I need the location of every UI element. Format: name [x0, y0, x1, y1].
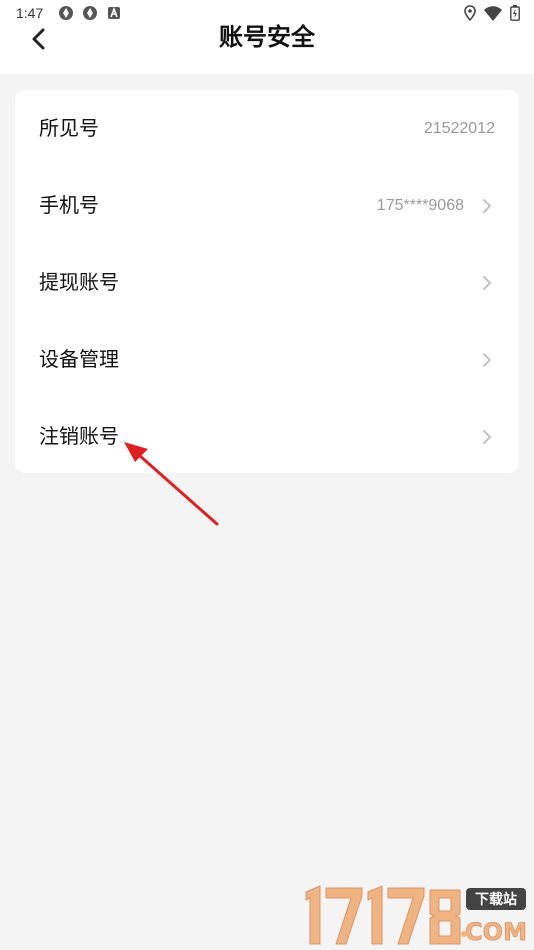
phone-number-value: 175****9068 — [376, 197, 464, 214]
account-security-card: 所见号 21522012 手机号 175****9068 提现账号 设备管理 注… — [15, 90, 519, 473]
status-time: 1:47 — [16, 5, 44, 21]
chevron-right-icon — [483, 353, 491, 367]
row-phone-number[interactable]: 手机号 175****9068 — [15, 167, 519, 244]
row-label: 设备管理 — [39, 347, 119, 371]
location-icon — [464, 5, 476, 21]
battery-icon — [510, 5, 520, 21]
row-label: 手机号 — [39, 193, 99, 217]
row-account-id[interactable]: 所见号 21522012 — [15, 90, 519, 167]
app-notification-icon — [59, 6, 73, 20]
watermark-suffix: 下载站 — [475, 891, 517, 908]
app-notification-icon — [83, 6, 97, 20]
row-label: 提现账号 — [39, 270, 119, 294]
row-delete-account[interactable]: 注销账号 — [15, 398, 519, 475]
status-icons-left — [58, 5, 122, 21]
account-id-value: 21522012 — [423, 120, 495, 137]
row-label: 注销账号 — [39, 424, 119, 448]
chevron-right-icon — [483, 430, 491, 444]
wifi-icon — [484, 5, 502, 21]
app-header: 账号安全 — [0, 23, 534, 74]
page-title: 账号安全 — [219, 23, 315, 51]
chevron-right-icon — [483, 199, 491, 213]
app-a-icon — [108, 6, 120, 19]
row-device-management[interactable]: 设备管理 — [15, 321, 519, 398]
watermark-logo: 下载站 COM — [305, 885, 527, 946]
row-withdrawal-account[interactable]: 提现账号 — [15, 244, 519, 321]
watermark-domain: COM — [465, 918, 527, 946]
status-icons-right — [464, 5, 520, 21]
chevron-right-icon — [483, 276, 491, 290]
row-label: 所见号 — [39, 116, 99, 140]
